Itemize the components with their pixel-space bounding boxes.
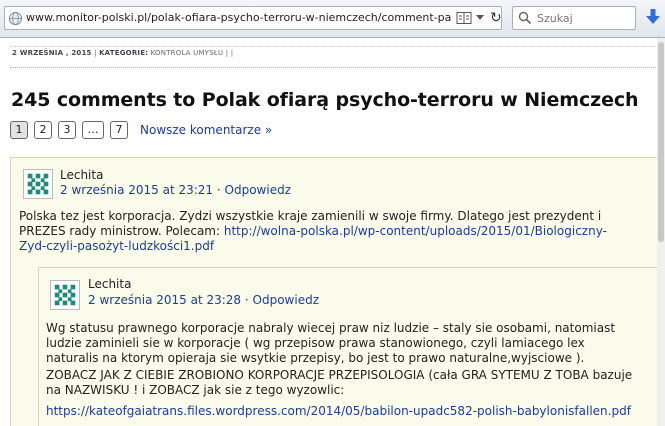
- page-2-link[interactable]: 2: [34, 121, 52, 139]
- comments-pagination: 1 2 3 … 7 Nowsze komentarze »: [10, 121, 272, 139]
- address-bar[interactable]: www.monitor-polski.pl/polak-ofiara-psych…: [4, 6, 502, 30]
- reload-icon[interactable]: ↻: [490, 10, 502, 26]
- comment-paragraph: https://kateofgaiatrans.files.wordpress.…: [46, 404, 646, 419]
- avatar-icon: [50, 280, 80, 310]
- post-date: 2 WRZEŚNIA , 2015: [12, 49, 92, 57]
- post-meta: 2 WRZEŚNIA , 2015 | KATEGORIE: KONTROLA …: [12, 49, 234, 57]
- category-link[interactable]: KONTROLA UMYSŁU: [151, 49, 224, 57]
- reader-view-icon[interactable]: [456, 11, 472, 25]
- reply-link[interactable]: Odpowiedz: [225, 183, 291, 197]
- divider: [10, 67, 660, 68]
- page-ellipsis: …: [82, 121, 104, 139]
- comment-permalink[interactable]: 2 września 2015 at 23:21: [60, 183, 213, 197]
- comment-permalink[interactable]: 2 września 2015 at 23:28: [88, 293, 241, 307]
- comment-body: Polska tez jest korporacja. Zydzi wszyst…: [19, 209, 607, 253]
- comment-meta: 2 września 2015 at 23:21 · Odpowiedz: [60, 183, 291, 197]
- page-1-current: 1: [10, 121, 28, 139]
- comment-author: Lechita: [60, 168, 104, 182]
- scroll-thumb[interactable]: [658, 42, 664, 242]
- comment-author: Lechita: [88, 277, 132, 291]
- comment-meta: 2 września 2015 at 23:28 · Odpowiedz: [88, 293, 319, 307]
- reply-link[interactable]: Odpowiedz: [253, 293, 319, 307]
- newer-comments-link[interactable]: Nowsze komentarze »: [140, 123, 272, 137]
- comment-link[interactable]: https://kateofgaiatrans.files.wordpress.…: [46, 404, 631, 418]
- categories-label: KATEGORIE:: [99, 49, 149, 57]
- download-icon[interactable]: [646, 9, 660, 25]
- scrollbar[interactable]: [657, 38, 665, 426]
- browser-toolbar: www.monitor-polski.pl/polak-ofiara-psych…: [0, 0, 665, 38]
- search-input[interactable]: [537, 9, 633, 27]
- comment-paragraph: Wg statusu prawnego korporacje nabraly w…: [46, 321, 616, 365]
- divider: [10, 46, 660, 47]
- url-dropdown-icon[interactable]: [476, 15, 484, 20]
- page-7-link[interactable]: 7: [110, 121, 128, 139]
- comment-paragraph: ZOBACZ JAK Z CIEBIE ZROBIONO KORPORACJE …: [46, 368, 633, 397]
- search-box[interactable]: [512, 6, 636, 30]
- avatar-icon: [23, 169, 53, 199]
- url-text[interactable]: www.monitor-polski.pl/polak-ofiara-psych…: [26, 11, 451, 24]
- comment-reply: Lechita 2 września 2015 at 23:28 · Odpow…: [38, 267, 658, 426]
- comment: Lechita 2 września 2015 at 23:21 · Odpow…: [10, 157, 665, 426]
- comments-title: 245 comments to Polak ofiarą psycho-terr…: [11, 89, 639, 111]
- globe-icon: [8, 11, 23, 26]
- page-content: 2 WRZEŚNIA , 2015 | KATEGORIE: KONTROLA …: [0, 38, 665, 426]
- search-icon: [518, 11, 532, 25]
- page-3-link[interactable]: 3: [58, 121, 76, 139]
